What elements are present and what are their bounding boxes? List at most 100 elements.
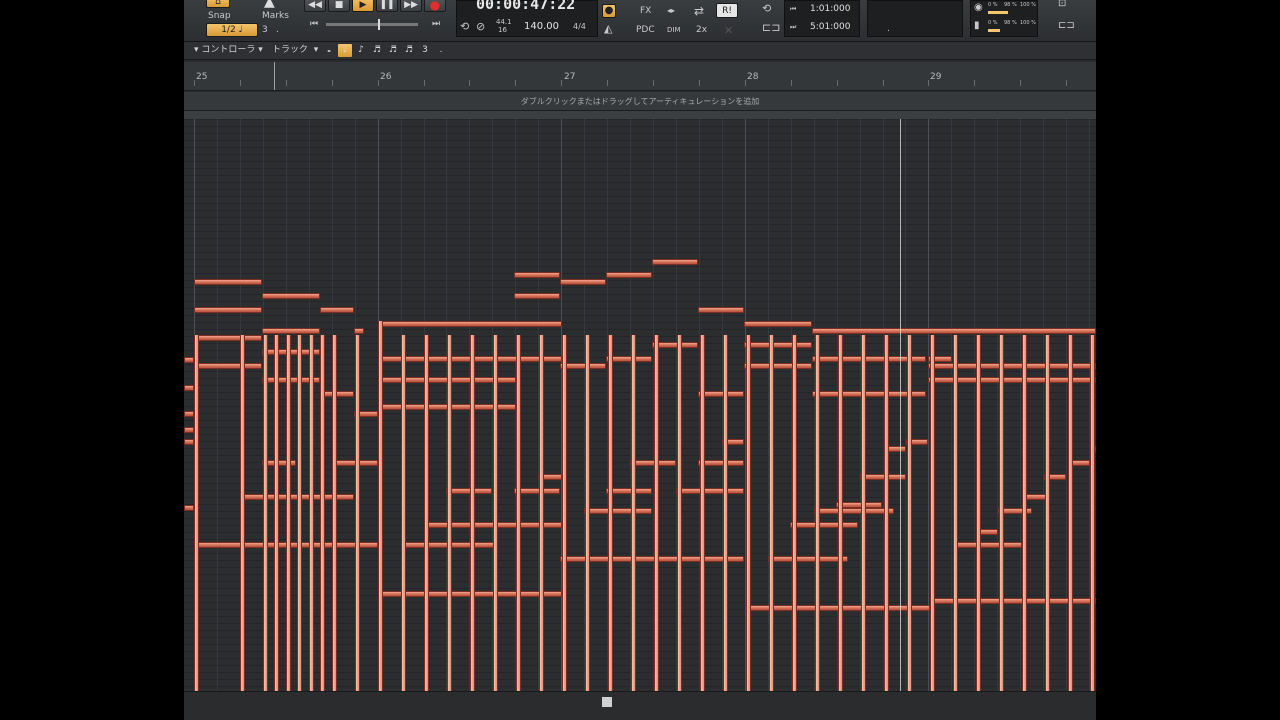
triplet-button[interactable]: 3 [418, 44, 432, 57]
midi-note-stem[interactable] [1068, 335, 1073, 691]
midi-note-stem[interactable] [838, 335, 843, 691]
go-end-icon[interactable]: ⏭ [432, 19, 440, 29]
midi-note-stem[interactable] [654, 335, 659, 691]
midi-note[interactable] [262, 293, 320, 299]
midi-note[interactable] [514, 293, 560, 299]
midi-note-stem[interactable] [470, 335, 475, 691]
position-slider[interactable] [326, 19, 418, 30]
midi-note-stem[interactable] [723, 335, 728, 691]
pdc-button[interactable]: PDC [636, 25, 655, 35]
midi-note[interactable] [194, 279, 262, 285]
midi-note[interactable] [184, 427, 194, 433]
midi-note-stem[interactable] [608, 335, 613, 691]
ri-button[interactable]: R! [716, 3, 738, 18]
midi-note-stem[interactable] [263, 335, 268, 691]
tempo-value[interactable]: 140.00 [524, 21, 559, 32]
midi-note[interactable] [514, 272, 560, 278]
window-icon-top[interactable]: ⊡ [1058, 0, 1066, 9]
midi-note[interactable] [744, 342, 812, 348]
midi-note[interactable] [194, 335, 262, 341]
midi-note[interactable] [606, 272, 652, 278]
midi-note[interactable] [954, 542, 1022, 548]
metronome-button[interactable]: ● [602, 4, 616, 18]
midi-note-stem[interactable] [1090, 335, 1095, 691]
midi-note[interactable] [320, 391, 354, 397]
midi-note-stem[interactable] [677, 335, 682, 691]
thirty-second-note-icon[interactable]: ♬ [386, 44, 400, 57]
metronome-icon[interactable]: ◭ [604, 22, 612, 35]
midi-note[interactable] [184, 439, 194, 445]
midi-note[interactable] [560, 279, 606, 285]
midi-note-stem[interactable] [907, 335, 912, 691]
midi-note-stem[interactable] [562, 335, 567, 691]
midi-note-stem[interactable] [424, 335, 429, 691]
dotted-button[interactable]: . [434, 44, 448, 57]
piano-roll-grid[interactable] [184, 119, 1096, 691]
midi-note[interactable] [194, 307, 262, 313]
midi-note-stem[interactable] [493, 335, 498, 691]
midi-note-stem[interactable] [286, 335, 291, 691]
rewind-button[interactable]: ◀◀ [304, 0, 326, 12]
midi-note[interactable] [812, 328, 1096, 334]
midi-icon[interactable]: ◂▸ [667, 6, 675, 15]
sync-icon[interactable]: ⇄ [694, 4, 704, 18]
midi-note-stem[interactable] [320, 335, 325, 691]
position-slider-handle[interactable] [378, 19, 380, 30]
metronome-off-icon[interactable]: ⊘ [476, 20, 485, 33]
pause-button[interactable]: ❚❚ [376, 0, 398, 12]
midi-note-stem[interactable] [746, 335, 751, 691]
midi-note[interactable] [698, 307, 744, 313]
loop-region-icon[interactable]: ⟲ [762, 2, 771, 15]
midi-note-stem[interactable] [815, 335, 820, 691]
midi-note-stem[interactable] [1045, 335, 1050, 691]
midi-note-stem[interactable] [539, 335, 544, 691]
midi-note-stem[interactable] [1022, 335, 1027, 691]
midi-note-stem[interactable] [332, 335, 337, 691]
midi-note-stem[interactable] [240, 335, 245, 691]
play-button[interactable]: ▶ [352, 0, 374, 12]
articulation-lane[interactable]: ダブルクリックまたはドラッグしてアーティキュレーションを追加 [184, 92, 1096, 111]
stop-button[interactable]: ■ [328, 0, 350, 12]
midi-note[interactable] [184, 411, 194, 417]
midi-note-stem[interactable] [792, 335, 797, 691]
fast-forward-button[interactable]: ▶▶ [400, 0, 422, 12]
midi-note[interactable] [446, 488, 492, 494]
midi-note-stem[interactable] [953, 335, 958, 691]
midi-note[interactable] [354, 328, 364, 334]
meter-value[interactable]: 4/4 [573, 22, 586, 31]
go-start-icon[interactable]: ⏮ [310, 19, 318, 29]
midi-note-stem[interactable] [769, 335, 774, 691]
midi-note-stem[interactable] [401, 335, 406, 691]
midi-note-stem[interactable] [861, 335, 866, 691]
midi-note-stem[interactable] [274, 335, 279, 691]
sixty-fourth-note-icon[interactable]: ♬ [402, 44, 416, 57]
midi-note[interactable] [630, 460, 676, 466]
midi-note[interactable] [744, 363, 812, 369]
dim-button[interactable]: DIM [667, 26, 681, 34]
midi-note-stem[interactable] [585, 335, 590, 691]
window-icon-bottom[interactable]: ⊏⊐ [1058, 20, 1075, 31]
midi-note-stem[interactable] [297, 335, 302, 691]
punch-icon[interactable]: ⊏⊐ [762, 21, 780, 34]
midi-note-stem[interactable] [884, 335, 889, 691]
record-button[interactable]: ● [424, 0, 446, 12]
snap-value-dropdown[interactable]: 1/2 ♩ [206, 23, 258, 37]
midi-note-stem[interactable] [516, 335, 521, 691]
quarter-note-icon[interactable]: ♩ [338, 44, 352, 57]
midi-note[interactable] [652, 259, 698, 265]
lane-separator[interactable] [184, 111, 1096, 119]
marks-icon[interactable]: ▲ [264, 0, 275, 10]
midi-note[interactable] [768, 556, 848, 562]
midi-note-stem[interactable] [355, 335, 360, 691]
midi-note[interactable] [584, 508, 652, 514]
horizontal-scroll-thumb[interactable] [602, 697, 612, 707]
timeline-ruler[interactable]: 25 26 27 28 29 [184, 62, 1096, 91]
midi-note-stem[interactable] [447, 335, 452, 691]
midi-note[interactable] [184, 505, 194, 511]
loop-end[interactable]: 5:01:000 [810, 22, 850, 32]
playhead-marker[interactable] [274, 62, 275, 90]
midi-note-stem[interactable] [194, 335, 199, 691]
midi-note-stem[interactable] [378, 321, 383, 691]
midi-note-stem[interactable] [930, 335, 935, 691]
midi-note-stem[interactable] [309, 335, 314, 691]
